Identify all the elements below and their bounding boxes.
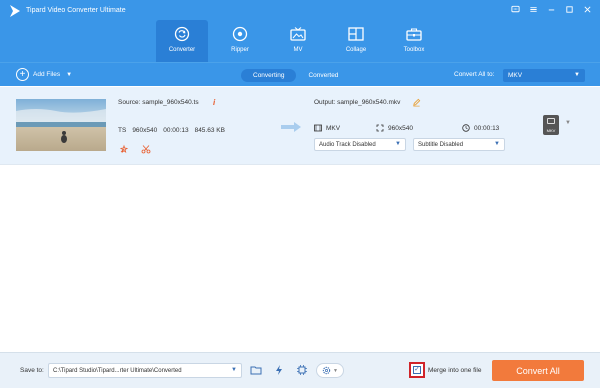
menu-icon[interactable] [526,3,540,15]
chevron-down-icon: ▼ [494,141,500,147]
converter-icon [174,26,190,42]
tab-collage[interactable]: Collage [330,20,382,62]
chip-icon [297,365,307,375]
open-folder-button[interactable] [248,362,264,378]
plus-icon: + [16,68,29,81]
app-logo-icon [10,5,20,17]
convert-all-button[interactable]: Convert All [492,360,584,381]
tab-mv[interactable]: MV [272,20,324,62]
cut-icon[interactable] [141,144,151,154]
lightning-icon [276,365,282,375]
output-format-select[interactable]: MKV ▼ [503,69,585,82]
status-segmented-control: Converting Converted [241,69,350,82]
maximize-icon[interactable] [562,3,576,15]
chevron-down-icon: ▼ [66,71,73,78]
edit-effects-icon[interactable] [119,144,129,154]
folder-icon [250,366,262,375]
toolbox-icon [406,28,422,41]
chevron-down-icon[interactable]: ▼ [565,120,571,126]
source-format: TS [118,127,127,134]
save-path-select[interactable]: C:\Tipard Studio\Tipard...rter Ultimate\… [48,363,242,378]
output-resolution: 960x540 [388,124,413,132]
tab-converting[interactable]: Converting [241,69,297,82]
ripper-icon [232,26,248,42]
mv-icon [290,27,306,41]
source-actions [119,144,151,154]
chevron-down-icon: ▼ [574,72,580,78]
gpu-acceleration-button[interactable] [294,362,310,378]
convert-all-to-label: Convert All to: [454,71,495,78]
source-meta: TS 960x540 00:00:13 845.63 KB [118,127,225,134]
chevron-down-icon: ▼ [333,367,338,374]
file-item: Source: sample_960x540.ts i TS 960x540 0… [0,87,600,165]
app-header: Tipard Video Converter Ultimate Converte… [0,0,600,62]
video-format-icon [314,124,322,132]
info-icon[interactable]: i [213,98,215,107]
save-to-label: Save to: [20,367,44,374]
add-files-button[interactable]: + Add Files ▼ [16,68,72,81]
hardware-acceleration-button[interactable] [271,362,287,378]
chevron-down-icon: ▼ [231,367,237,373]
collage-icon [348,27,364,41]
close-icon[interactable] [580,3,594,15]
audio-track-select[interactable]: Audio Track Disabled ▼ [314,138,406,151]
clock-icon [462,124,470,132]
tab-converted[interactable]: Converted [296,69,350,82]
output-format: MKV [326,124,341,132]
tab-ripper[interactable]: Ripper [214,20,266,62]
subtitle-select[interactable]: Subtitle Disabled ▼ [413,138,505,151]
window-controls [508,3,594,15]
source-resolution: 960x540 [132,127,158,134]
chevron-down-icon: ▼ [395,141,401,147]
output-format-badge[interactable]: MKV [543,115,559,135]
tab-converter[interactable]: Converter [156,20,208,62]
source-filename: Source: sample_960x540.ts [118,99,199,106]
tab-toolbox[interactable]: Toolbox [388,20,440,62]
gear-icon [322,366,331,375]
app-title: Tipard Video Converter Ultimate [26,7,126,14]
source-duration: 00:00:13 [163,127,189,134]
merge-checkbox[interactable]: ✓ [409,362,425,378]
feedback-icon[interactable] [508,3,522,15]
output-duration: 00:00:13 [474,124,500,132]
video-thumbnail[interactable] [16,99,106,151]
toolbar: + Add Files ▼ Converting Converted Conve… [0,62,600,86]
merge-label: Merge into one file [428,366,482,374]
bottom-bar: Save to: C:\Tipard Studio\Tipard...rter … [0,352,600,388]
merge-option: ✓ Merge into one file [409,362,481,378]
main-nav: Converter Ripper MV Collage Toolbox [156,20,446,62]
edit-filename-icon[interactable] [412,98,421,107]
minimize-icon[interactable] [544,3,558,15]
source-size: 845.63 KB [194,127,225,134]
resolution-icon [376,124,384,132]
settings-dropdown[interactable]: ▼ [316,363,344,378]
output-meta: MKV 960x540 00:00:13 [314,124,524,134]
output-filename: Output: sample_960x540.mkv [314,99,401,106]
arrow-right-icon [281,122,301,132]
